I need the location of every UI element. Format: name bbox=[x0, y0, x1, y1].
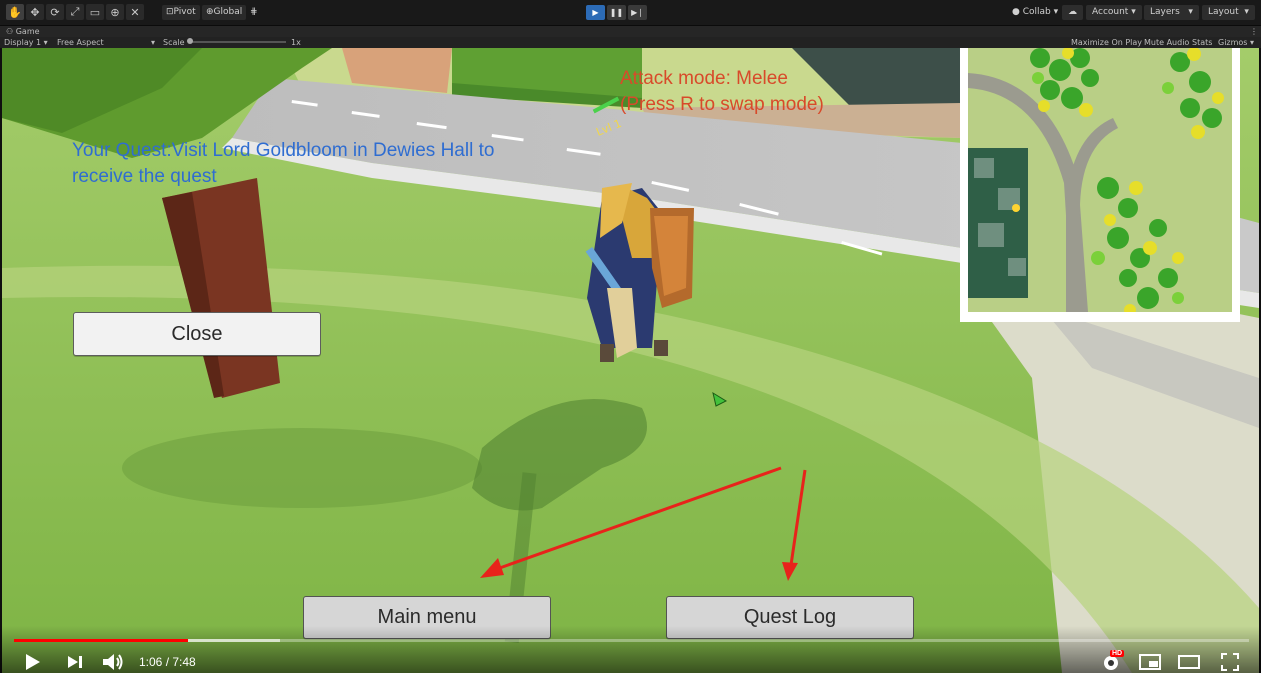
scale-value: 1x bbox=[291, 38, 301, 47]
game-viewport[interactable]: Lvl 1 Your Quest:Visit Lord Goldbloom in… bbox=[2, 48, 1259, 673]
attack-mode-text: Attack mode: Melee (Press R to swap mode… bbox=[620, 66, 824, 118]
quest-objective-text: Your Quest:Visit Lord Goldbloom in Dewie… bbox=[72, 140, 495, 187]
minimap bbox=[960, 48, 1240, 322]
pause-button[interactable]: ❚❚ bbox=[607, 5, 626, 20]
fullscreen-icon[interactable] bbox=[1218, 651, 1242, 673]
scale-label: Scale bbox=[163, 38, 185, 47]
attack-mode-hint: (Press R to swap mode) bbox=[620, 94, 824, 115]
account-label: Account bbox=[1092, 7, 1129, 17]
hand-icon[interactable]: ✋ bbox=[6, 4, 24, 20]
rotate-icon[interactable]: ⟳ bbox=[46, 4, 64, 20]
cloud-icon[interactable]: ☁ bbox=[1062, 5, 1083, 20]
account-dropdown[interactable]: Account ▾ bbox=[1086, 5, 1142, 20]
miniplayer-icon[interactable] bbox=[1138, 651, 1162, 673]
editor-toolbar: ✋ ✥ ⟳ ⤢ ▭ ⊕ ✕ ⊡Pivot ⊕Global ⋕ ▶ ❚❚ ▶❘ ●… bbox=[0, 0, 1261, 26]
grid-snap-icon[interactable]: ⋕ bbox=[246, 5, 262, 20]
layout-label: Layout bbox=[1208, 7, 1239, 17]
game-tab-label: Game bbox=[15, 27, 40, 36]
layers-label: Layers bbox=[1150, 7, 1180, 17]
custom-tool-icon[interactable]: ✕ bbox=[126, 4, 144, 20]
global-label: Global bbox=[213, 7, 243, 17]
next-icon[interactable] bbox=[64, 651, 86, 673]
global-toggle[interactable]: ⊕Global bbox=[202, 5, 247, 20]
attack-mode-line: Attack mode: Melee bbox=[620, 68, 788, 89]
progress-played[interactable] bbox=[14, 639, 188, 642]
pivot-icon: ⊡ bbox=[166, 7, 174, 17]
collab-label: Collab bbox=[1022, 7, 1051, 17]
layout-dropdown[interactable]: Layout ▾ bbox=[1202, 5, 1255, 20]
pivot-toggle[interactable]: ⊡Pivot bbox=[162, 5, 200, 20]
move-icon[interactable]: ✥ bbox=[26, 4, 44, 20]
layers-dropdown[interactable]: Layers ▾ bbox=[1144, 5, 1199, 20]
display-dropdown[interactable]: Display 1 ▾ bbox=[4, 38, 48, 47]
rect-icon[interactable]: ▭ bbox=[86, 4, 104, 20]
aspect-dropdown[interactable]: Free Aspect bbox=[57, 38, 104, 47]
mute-audio-toggle[interactable]: Mute Audio bbox=[1144, 38, 1189, 47]
close-button[interactable]: Close bbox=[73, 312, 321, 356]
kebab-menu-icon[interactable]: ⋮ bbox=[1250, 27, 1258, 36]
hd-badge: HD bbox=[1110, 650, 1125, 657]
gizmos-dropdown[interactable]: Gizmos ▾ bbox=[1218, 38, 1254, 47]
settings-gear-icon[interactable]: HD bbox=[1098, 650, 1125, 673]
pivot-label: Pivot bbox=[173, 7, 196, 17]
theater-mode-icon[interactable] bbox=[1177, 651, 1201, 673]
aspect-chevron-icon[interactable]: ▾ bbox=[151, 38, 155, 47]
volume-icon[interactable] bbox=[100, 651, 126, 673]
play-icon[interactable] bbox=[22, 651, 44, 673]
globe-icon: ⊕ bbox=[206, 7, 214, 17]
maximize-on-play-toggle[interactable]: Maximize On Play bbox=[1071, 38, 1142, 47]
display-label: Display 1 bbox=[4, 38, 42, 47]
playback-controls: ▶ ❚❚ ▶❘ bbox=[586, 5, 647, 20]
stats-toggle[interactable]: Stats bbox=[1192, 38, 1212, 47]
scale-slider[interactable] bbox=[188, 41, 286, 43]
collab-check-icon: ● bbox=[1012, 7, 1020, 17]
gizmos-label: Gizmos bbox=[1218, 38, 1248, 47]
game-view-options: Display 1 ▾ Free Aspect ▾ Scale 1x Maxim… bbox=[0, 37, 1261, 48]
gamepad-icon: ⚇ bbox=[6, 27, 14, 36]
transform-icon[interactable]: ⊕ bbox=[106, 4, 124, 20]
game-tab-bar: ⚇ Game ⋮ bbox=[0, 26, 1261, 37]
step-button[interactable]: ▶❘ bbox=[628, 5, 647, 20]
play-button[interactable]: ▶ bbox=[586, 5, 605, 20]
scale-icon[interactable]: ⤢ bbox=[66, 4, 84, 20]
time-display: 1:06 / 7:48 bbox=[139, 655, 196, 669]
minimap-view bbox=[968, 48, 1232, 312]
scale-slider-handle[interactable] bbox=[187, 38, 193, 44]
game-tab[interactable]: ⚇ Game bbox=[6, 27, 40, 36]
aspect-label: Free Aspect bbox=[57, 38, 104, 47]
collab-button[interactable]: ● Collab ▾ bbox=[1006, 5, 1064, 20]
transform-tools: ✋ ✥ ⟳ ⤢ ▭ ⊕ ✕ bbox=[6, 4, 144, 20]
